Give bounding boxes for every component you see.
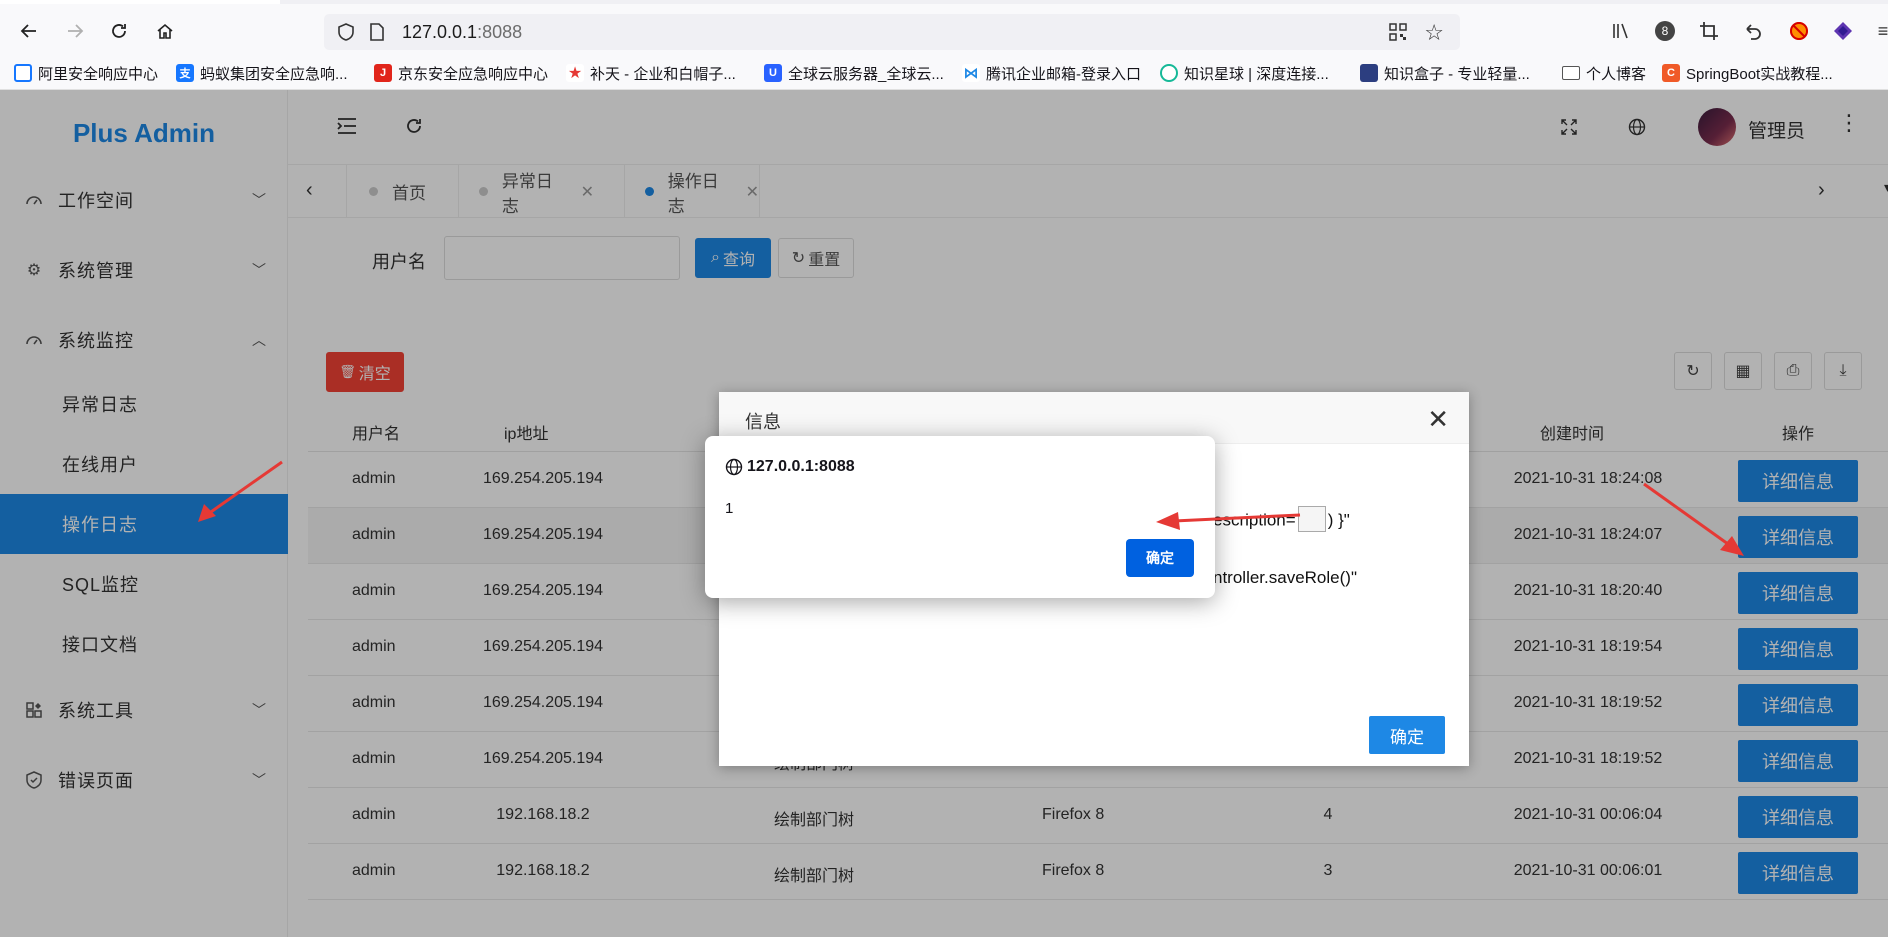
alert-message: 1 <box>725 500 734 517</box>
folder-icon <box>1562 66 1580 80</box>
menu-icon[interactable]: ≡ <box>1870 18 1888 44</box>
u-logo-icon: U <box>764 64 782 82</box>
page-info-icon[interactable] <box>368 22 386 45</box>
url-bar[interactable]: 127.0.0.1:8088 ☆ <box>324 14 1460 50</box>
bookmark-star-icon[interactable]: ☆ <box>1424 20 1444 46</box>
block-extension-icon[interactable] <box>1786 18 1812 44</box>
crop-icon[interactable] <box>1696 18 1722 44</box>
js-alert-dialog: 127.0.0.1:8088 1 确定 <box>705 436 1215 598</box>
undo-icon[interactable] <box>1740 18 1766 44</box>
bookmark-item[interactable]: ★ 补天 - 企业和白帽子... <box>566 62 736 84</box>
bookmarks-bar: 阿里安全响应中心 支蚂蚁集团安全应急响... J 京东安全应急响应中心 ★ 补天 -… <box>0 56 1888 90</box>
jd-shield-icon: J <box>374 64 392 82</box>
library-icon[interactable] <box>1608 18 1634 44</box>
bookmark-item[interactable]: 知识星球 | 深度连接... <box>1160 62 1329 84</box>
close-icon[interactable]: ✕ <box>1427 404 1449 435</box>
reload-icon[interactable] <box>104 16 134 46</box>
home-icon[interactable] <box>150 16 180 46</box>
tracking-shield-icon[interactable] <box>336 22 356 45</box>
shield-icon <box>14 64 32 82</box>
extension-badge-icon[interactable]: 8 <box>1652 18 1678 44</box>
c-logo-icon: C <box>1662 64 1680 82</box>
bookmark-folder[interactable]: 个人博客 <box>1562 62 1646 84</box>
annotation-arrow <box>1643 482 1744 556</box>
bookmark-item[interactable]: 阿里安全响应中心 <box>14 62 158 84</box>
book-icon <box>1360 64 1378 82</box>
alert-ok-button[interactable]: 确定 <box>1126 539 1194 577</box>
admin-app: Plus Admin 工作空间 ﹀ ⚙ 系统管理 ﹀ 系统监控 ︿ 异常日志 在… <box>0 90 1888 937</box>
globe-icon <box>725 458 743 479</box>
bookmark-item[interactable]: 支蚂蚁集团安全应急响... <box>176 62 348 84</box>
planet-icon <box>1160 64 1178 82</box>
alipay-icon: 支 <box>176 64 194 82</box>
bookmark-item[interactable]: C SpringBoot实战教程... <box>1662 62 1833 84</box>
bookmark-item[interactable]: 知识盒子 - 专业轻量... <box>1360 62 1530 84</box>
star-logo-icon: ★ <box>566 64 584 82</box>
annotation-arrow <box>1156 512 1301 530</box>
browser-toolbar: 127.0.0.1:8088 ☆ 8 ≡ <box>0 4 1888 56</box>
dialog-content-line: ntroller.saveRole()" <box>1213 568 1357 587</box>
url-text[interactable]: 127.0.0.1:8088 <box>402 22 522 43</box>
bookmark-item[interactable]: J 京东安全应急响应中心 <box>374 62 548 84</box>
annotation-arrow <box>198 460 283 522</box>
forward-icon[interactable] <box>60 16 90 46</box>
bookmark-item[interactable]: U 全球云服务器_全球云... <box>764 62 944 84</box>
dialog-confirm-button[interactable]: 确定 <box>1369 716 1445 754</box>
extension-diamond-icon[interactable] <box>1830 18 1856 44</box>
alert-origin: 127.0.0.1:8088 <box>747 458 855 475</box>
bookmark-item[interactable]: ⋈ 腾讯企业邮箱-登录入口 <box>962 62 1141 84</box>
back-icon[interactable] <box>14 16 44 46</box>
dialog-title: 信息 <box>745 412 781 432</box>
qr-code-icon[interactable] <box>1388 22 1408 45</box>
mail-icon: ⋈ <box>962 64 980 82</box>
